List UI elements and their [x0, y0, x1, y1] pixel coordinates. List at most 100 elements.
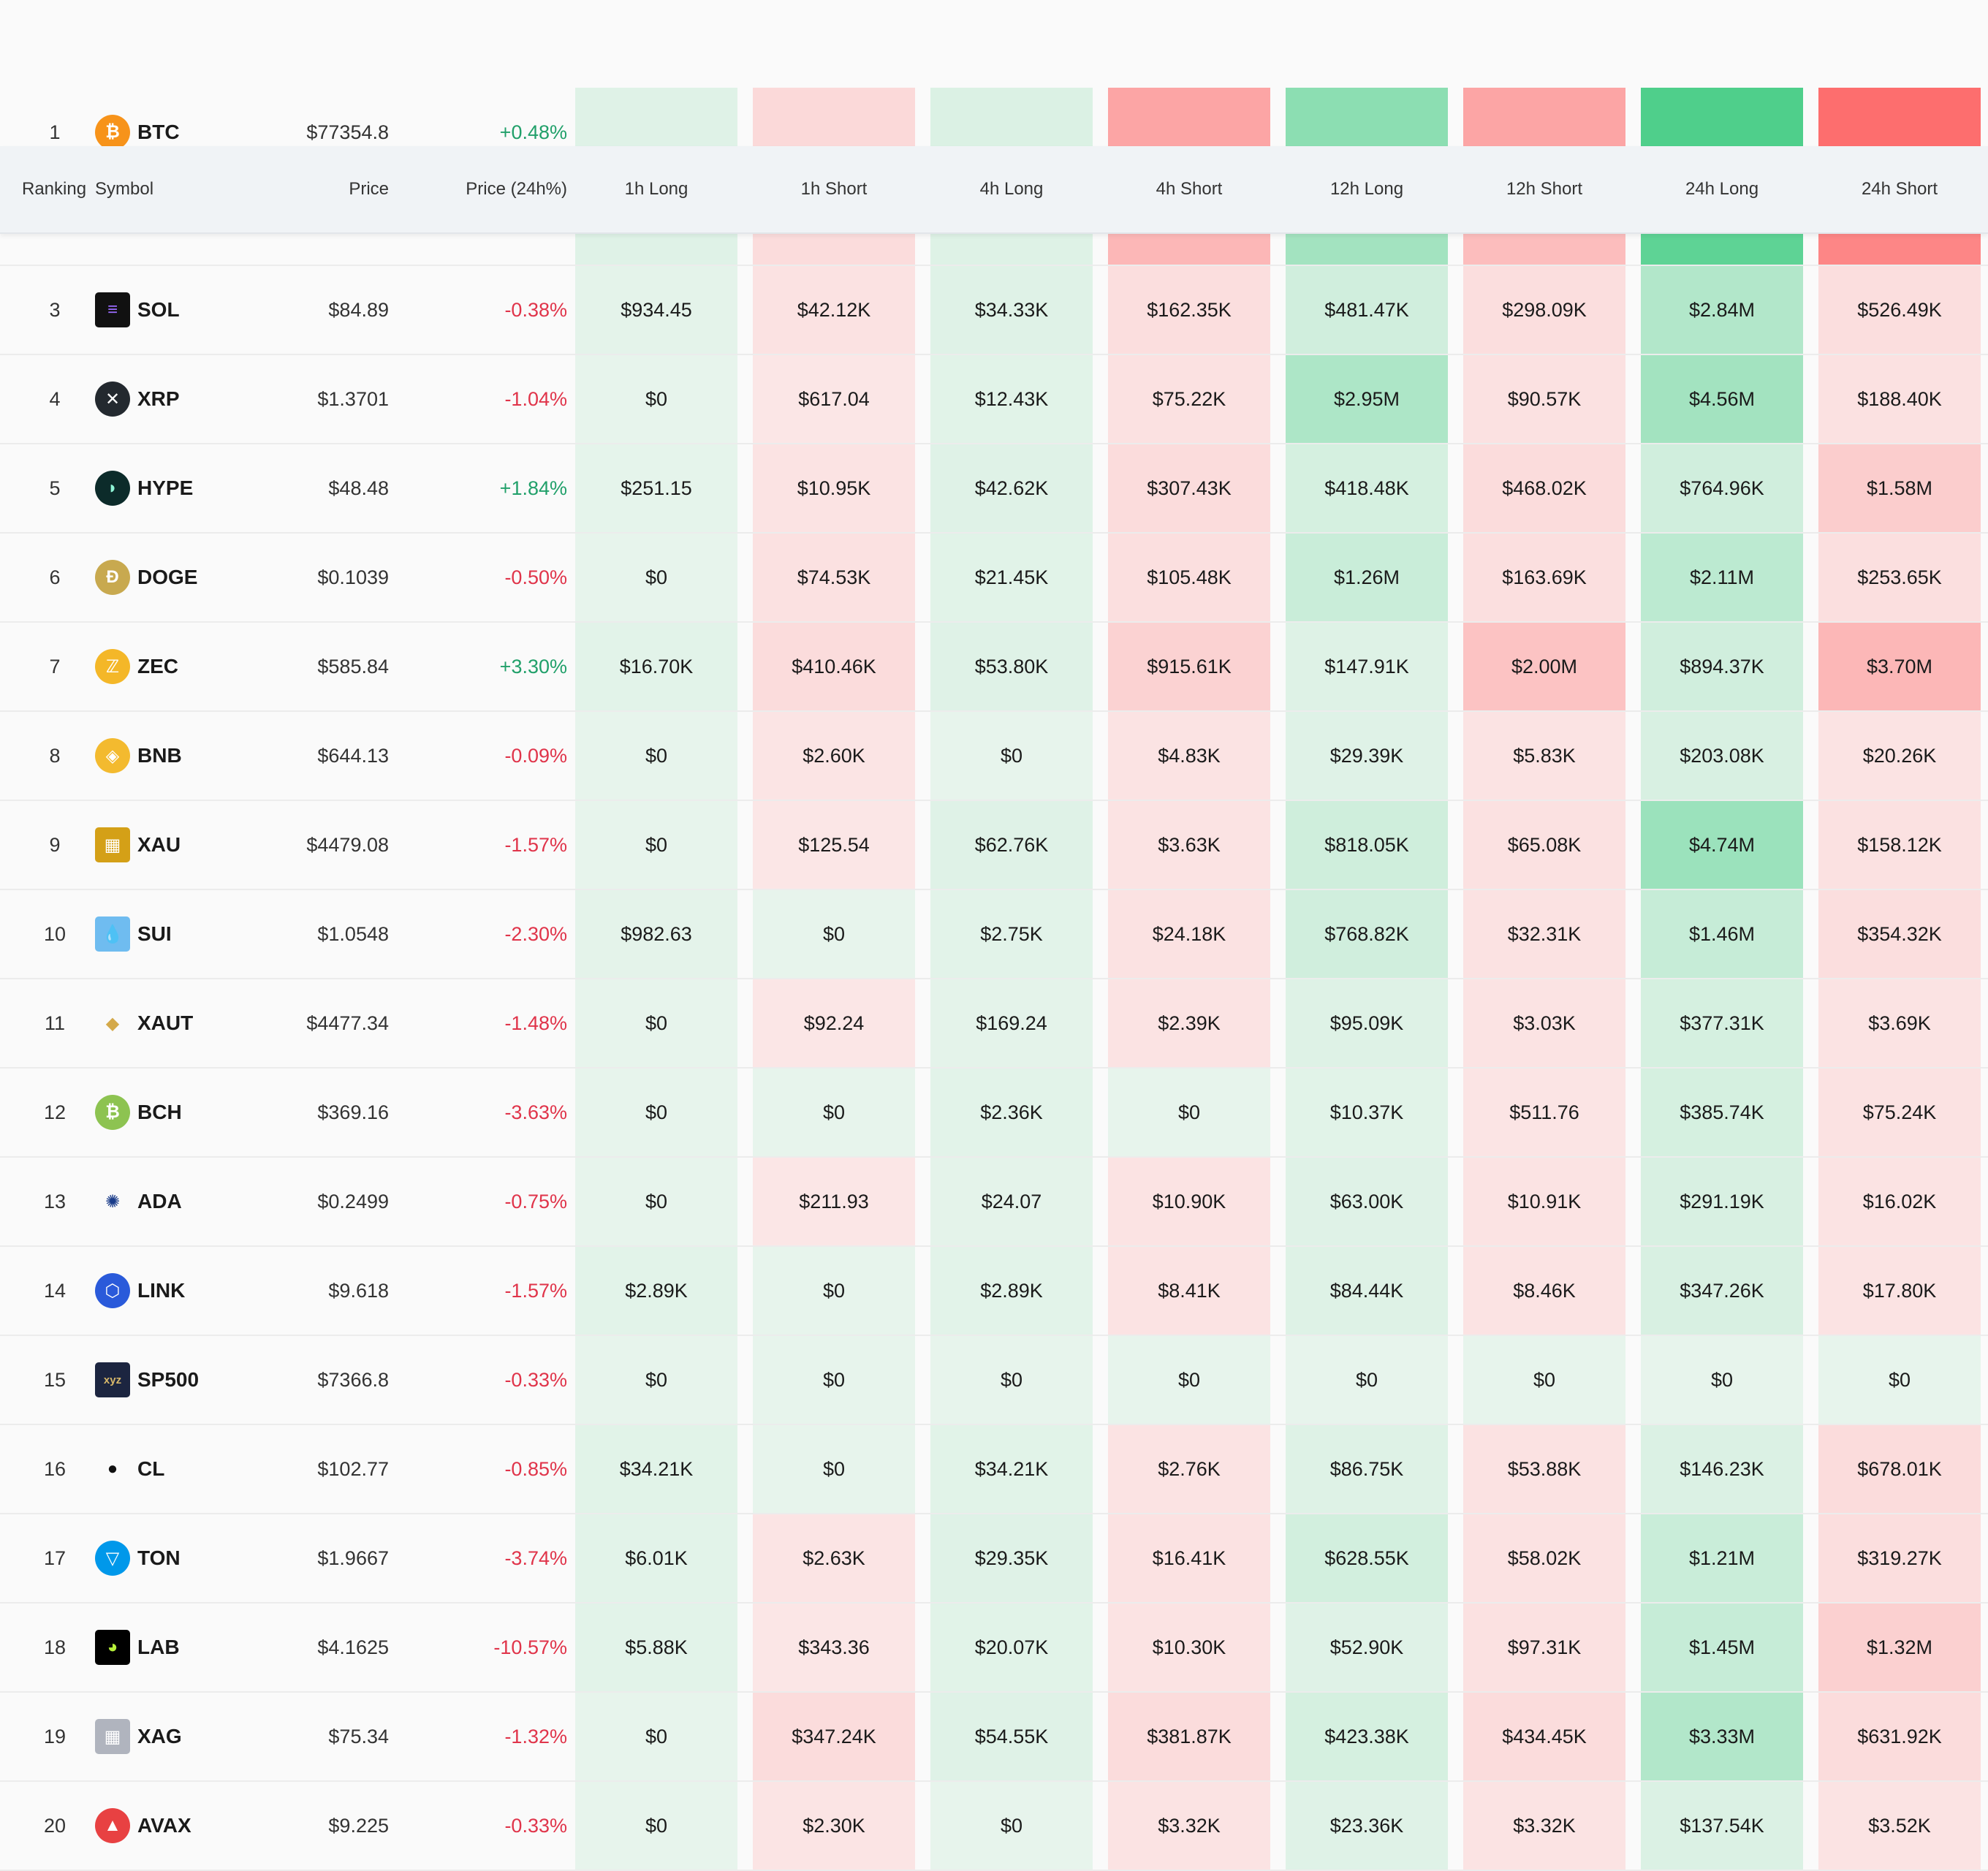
header-24h-short[interactable]: 24h Short — [1818, 146, 1981, 232]
table-row[interactable]: 9 ▦ XAU $4479.08 -1.57% $0 $125.54 $62.76K $3.63… — [0, 801, 1988, 890]
liquidation-cell: $0 — [1463, 1336, 1625, 1424]
liquidation-cell: $16.02K — [1818, 1158, 1981, 1245]
header-24h-long[interactable]: 24h Long — [1641, 146, 1803, 232]
header-ranking[interactable]: Ranking — [22, 146, 86, 232]
table-row[interactable]: 5 ◗ HYPE $48.48 +1.84% $251.15 $10.95K $42.62K $… — [0, 444, 1988, 534]
liquidation-cell: $0 — [753, 1069, 915, 1156]
table-row[interactable]: 13 ✺ ADA $0.2499 -0.75% $0 $211.93 $24.07 $10.90… — [0, 1158, 1988, 1247]
price-change-cell: -1.48% — [504, 1012, 567, 1034]
header-12h-short[interactable]: 12h Short — [1463, 146, 1625, 232]
liquidation-cell: $1.46M — [1641, 890, 1803, 978]
liquidation-cell: $10.90K — [1108, 1158, 1270, 1245]
toncoin-icon: ▽ — [95, 1541, 130, 1576]
table-row[interactable]: 11 ◆ XAUT $4477.34 -1.48% $0 $92.24 $169.24 $2.3… — [0, 979, 1988, 1069]
table-row[interactable]: 6 Ð DOGE $0.1039 -0.50% $0 $74.53K $21.45K $105.… — [0, 534, 1988, 623]
symbol-name: SUI — [137, 922, 172, 945]
table-row[interactable]: 4 ✕ XRP $1.3701 -1.04% $0 $617.04 $12.43K $75.22… — [0, 355, 1988, 444]
header-12h-long[interactable]: 12h Long — [1286, 146, 1448, 232]
liquidation-cell: $29.39K — [1286, 712, 1448, 800]
table-row[interactable]: 18 ◕ LAB $4.1625 -10.57% $5.88K $343.36 $20.07K… — [0, 1604, 1988, 1693]
symbol-cell[interactable]: ≡ SOL — [95, 266, 263, 354]
symbol-name: LAB — [137, 1636, 180, 1658]
liquidation-cell: $0 — [575, 1069, 737, 1156]
symbol-cell[interactable]: ▽ TON — [95, 1514, 263, 1602]
liquidation-cell: $97.31K — [1463, 1604, 1625, 1691]
symbol-name: BNB — [137, 744, 182, 767]
table-row[interactable]: 20 ▲ AVAX $9.225 -0.33% $0 $2.30K $0 $3.32K $23.3… — [0, 1782, 1988, 1871]
liquidation-cell: $86.75K — [1286, 1425, 1448, 1513]
table-row[interactable]: 3 ≡ SOL $84.89 -0.38% $934.45 $42.12K $34.33K $1… — [0, 266, 1988, 355]
symbol-cell[interactable]: ▲ AVAX — [95, 1782, 263, 1870]
liquidation-cell: $12.43K — [930, 355, 1093, 443]
price-cell: $0.2499 — [317, 1190, 389, 1212]
price-cell: $1.0548 — [317, 922, 389, 945]
header-price-change[interactable]: Price (24h%) — [409, 146, 567, 232]
liquidation-cell: $6.01K — [575, 1514, 737, 1602]
chainlink-icon: ⬡ — [95, 1273, 130, 1308]
price-cell: $585.84 — [317, 655, 389, 678]
symbol-cell[interactable]: ▦ XAU — [95, 801, 263, 889]
liquidation-cell: $74.53K — [753, 534, 915, 621]
symbol-cell[interactable]: ₿ BCH — [95, 1069, 263, 1156]
table-row[interactable]: 19 ▦ XAG $75.34 -1.32% $0 $347.24K $54.55K $381.… — [0, 1693, 1988, 1782]
liquidation-cell: $423.38K — [1286, 1693, 1448, 1780]
liquidation-cell: $54.55K — [930, 1693, 1093, 1780]
tether-gold-icon: ◆ — [95, 1006, 130, 1041]
liquidation-cell: $631.92K — [1818, 1693, 1981, 1780]
table-row[interactable]: 16 ● CL $102.77 -0.85% $34.21K $0 $34.21K $2.76K… — [0, 1425, 1988, 1514]
liquidation-cell: $84.44K — [1286, 1247, 1448, 1335]
rank-cell: 11 — [44, 1012, 66, 1034]
symbol-cell[interactable]: ◆ XAUT — [95, 979, 263, 1067]
symbol-cell[interactable]: ℤ ZEC — [95, 623, 263, 710]
table-row[interactable]: 10 💧 SUI $1.0548 -2.30% $982.63 $0 $2.75K $24.18… — [0, 890, 1988, 979]
header-4h-long[interactable]: 4h Long — [930, 146, 1093, 232]
table-row[interactable]: 15 xyz SP500 $7366.8 -0.33% $0 $0 $0 $0 $0 $0 $0 $0 — [0, 1336, 1988, 1425]
price-change-cell: -1.57% — [504, 1279, 567, 1302]
liquidation-cell: $163.69K — [1463, 534, 1625, 621]
price-cell: $1.3701 — [317, 387, 389, 410]
header-1h-long[interactable]: 1h Long — [575, 146, 737, 232]
table-row[interactable]: 7 ℤ ZEC $585.84 +3.30% $16.70K $410.46K $53.80K… — [0, 623, 1988, 712]
symbol-cell[interactable]: ✺ ADA — [95, 1158, 263, 1245]
liquidation-cell: $3.70M — [1818, 623, 1981, 710]
header-4h-short[interactable]: 4h Short — [1108, 146, 1270, 232]
liquidation-cell: $319.27K — [1818, 1514, 1981, 1602]
table-row[interactable]: 12 ₿ BCH $369.16 -3.63% $0 $0 $2.36K $0 $10.37K $5… — [0, 1069, 1988, 1158]
liquidation-cell: $53.88K — [1463, 1425, 1625, 1513]
liquidation-cell: $2.39K — [1108, 979, 1270, 1067]
liquidation-cell: $298.09K — [1463, 266, 1625, 354]
symbol-cell[interactable]: ✕ XRP — [95, 355, 263, 443]
liquidation-cell: $23.36K — [1286, 1782, 1448, 1870]
price-cell: $75.34 — [328, 1725, 389, 1747]
table-row[interactable]: 14 ⬡ LINK $9.618 -1.57% $2.89K $0 $2.89K $8.41K $… — [0, 1247, 1988, 1336]
header-1h-short[interactable]: 1h Short — [753, 146, 915, 232]
liquidation-cell: $53.80K — [930, 623, 1093, 710]
table-row[interactable]: 17 ▽ TON $1.9667 -3.74% $6.01K $2.63K $29.35K $1… — [0, 1514, 1988, 1604]
symbol-cell[interactable]: xyz SP500 — [95, 1336, 263, 1424]
header-symbol[interactable]: Symbol — [95, 146, 153, 232]
symbol-cell[interactable]: ◈ BNB — [95, 712, 263, 800]
table-row[interactable]: 8 ◈ BNB $644.13 -0.09% $0 $2.60K $0 $4.83K $29.39… — [0, 712, 1988, 801]
symbol-cell[interactable]: ⬡ LINK — [95, 1247, 263, 1335]
top-band — [0, 0, 1988, 88]
symbol-cell[interactable]: 💧 SUI — [95, 890, 263, 978]
price-change-cell: -0.38% — [504, 298, 567, 321]
symbol-cell[interactable]: ◕ LAB — [95, 1604, 263, 1691]
liquidation-cell: $5.88K — [575, 1604, 737, 1691]
liquidation-cell: $251.15 — [575, 444, 737, 532]
liquidation-cell: $29.35K — [930, 1514, 1093, 1602]
liquidation-cell: $818.05K — [1286, 801, 1448, 889]
liquidation-cell: $0 — [753, 1336, 915, 1424]
symbol-cell[interactable]: Ð DOGE — [95, 534, 263, 621]
symbol-cell[interactable]: ◗ HYPE — [95, 444, 263, 532]
price-cell: $7366.8 — [317, 1368, 389, 1391]
liquidation-cell: $381.87K — [1108, 1693, 1270, 1780]
symbol-cell[interactable]: ▦ XAG — [95, 1693, 263, 1780]
liquidation-cell: $343.36 — [753, 1604, 915, 1691]
header-price[interactable]: Price — [263, 146, 389, 232]
symbol-cell[interactable]: ● CL — [95, 1425, 263, 1513]
liquidation-cell: $0 — [1108, 1336, 1270, 1424]
symbol-name: CL — [137, 1457, 165, 1480]
liquidation-cell: $0 — [1108, 1069, 1270, 1156]
liquidation-cell: $0 — [1286, 1336, 1448, 1424]
